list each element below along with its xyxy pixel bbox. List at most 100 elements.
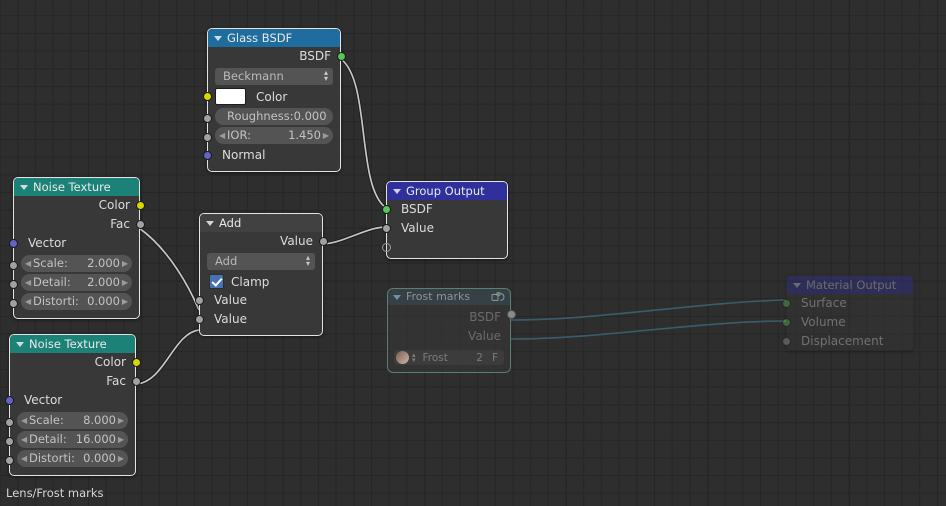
- group-unlink-button[interactable]: F: [492, 352, 504, 364]
- output-label-value: Value: [468, 329, 501, 343]
- node-noise-texture-bottom[interactable]: Noise Texture Color Fac Vector ◀ Scale: …: [4, 334, 141, 476]
- distortion-slider[interactable]: ◀ Distorti: 0.000 ▶: [21, 293, 132, 310]
- node-math-add[interactable]: Add Value Add ▴ ▾ Clamp Value Value: [194, 213, 328, 336]
- increment-arrow-icon[interactable]: ▶: [122, 255, 128, 272]
- collapse-triangle-icon[interactable]: [206, 221, 214, 226]
- increment-arrow-icon[interactable]: ▶: [323, 127, 329, 144]
- socket-input-scale[interactable]: [8, 261, 18, 270]
- input-row-ior: ◀ IOR: 1.450 ▶: [202, 127, 340, 144]
- input-label-displacement: Displacement: [801, 334, 884, 348]
- node-header-frost-marks[interactable]: Frost marks: [388, 289, 510, 305]
- socket-input-displacement[interactable]: [781, 337, 791, 346]
- input-row-normal: Normal: [202, 146, 340, 165]
- distortion-label: Distorti:: [33, 294, 79, 308]
- socket-output-color[interactable]: [131, 358, 141, 367]
- group-users-count[interactable]: 2: [470, 352, 489, 364]
- socket-input-volume[interactable]: [781, 318, 791, 327]
- distribution-dropdown[interactable]: Beckmann ▴ ▾: [215, 68, 333, 85]
- detail-label: Detail:: [29, 432, 67, 446]
- detail-slider[interactable]: ◀ Detail: 2.000 ▶: [21, 274, 132, 291]
- breadcrumb: Lens/Frost marks: [6, 486, 104, 500]
- node-header-noise-bottom[interactable]: Noise Texture: [10, 335, 135, 353]
- decrement-arrow-icon[interactable]: ◀: [25, 255, 31, 272]
- node-editor-canvas[interactable]: Glass BSDF BSDF Beckmann ▴ ▾ Color Rough…: [0, 0, 946, 506]
- group-datablock-selector[interactable]: ▴ ▾ Frost 2 F: [394, 350, 504, 365]
- decrement-arrow-icon[interactable]: ◀: [21, 450, 27, 467]
- socket-input-vector[interactable]: [8, 239, 18, 248]
- node-title: Add: [219, 216, 242, 230]
- socket-input-value-a[interactable]: [194, 296, 204, 305]
- input-row-value-a: Value: [194, 291, 322, 310]
- socket-input-normal[interactable]: [202, 151, 212, 160]
- node-header-group-output[interactable]: Group Output: [387, 182, 507, 200]
- node-group-output[interactable]: Group Output BSDF Value: [381, 181, 508, 259]
- collapse-triangle-icon[interactable]: [793, 283, 801, 288]
- node-material-output[interactable]: Material Output Surface Volume Displacem…: [781, 275, 914, 351]
- socket-input-detail[interactable]: [8, 280, 18, 289]
- socket-input-value-b[interactable]: [194, 315, 204, 324]
- scale-value: 8.000: [83, 413, 116, 427]
- increment-arrow-icon[interactable]: ▶: [118, 412, 124, 429]
- collapse-triangle-icon[interactable]: [393, 295, 401, 300]
- updown-arrows-icon: ▴ ▾: [305, 253, 310, 268]
- socket-output-fac[interactable]: [131, 377, 141, 386]
- socket-input-distortion[interactable]: [4, 456, 14, 465]
- node-header-glass-bsdf[interactable]: Glass BSDF: [208, 29, 340, 47]
- input-label-volume: Volume: [801, 315, 846, 329]
- node-header-math-add[interactable]: Add: [200, 214, 322, 232]
- increment-arrow-icon[interactable]: ▶: [118, 450, 124, 467]
- socket-input-surface[interactable]: [781, 299, 791, 308]
- clamp-row[interactable]: Clamp: [200, 272, 322, 291]
- increment-arrow-icon[interactable]: ▶: [122, 293, 128, 310]
- collapse-triangle-icon[interactable]: [214, 36, 222, 41]
- operation-dropdown[interactable]: Add ▴ ▾: [207, 253, 315, 270]
- updown-arrows-icon[interactable]: ▴ ▾: [412, 351, 416, 363]
- ior-slider[interactable]: ◀ IOR: 1.450 ▶: [215, 127, 333, 144]
- input-row-scale: ◀ Scale: 8.000 ▶: [4, 412, 135, 429]
- output-row-color: Color: [10, 353, 141, 372]
- collapse-triangle-icon[interactable]: [393, 189, 401, 194]
- socket-input-distortion[interactable]: [8, 299, 18, 308]
- node-noise-texture-top[interactable]: Noise Texture Color Fac Vector ◀ Scale: …: [8, 177, 145, 319]
- socket-output-fac[interactable]: [135, 220, 145, 229]
- node-header-material-output[interactable]: Material Output: [787, 276, 913, 294]
- socket-input-color[interactable]: [202, 92, 212, 101]
- socket-input-value[interactable]: [381, 224, 391, 233]
- decrement-arrow-icon[interactable]: ◀: [25, 274, 31, 291]
- detail-slider[interactable]: ◀ Detail: 16.000 ▶: [17, 431, 128, 448]
- increment-arrow-icon[interactable]: ▶: [118, 431, 124, 448]
- decrement-arrow-icon[interactable]: ◀: [21, 431, 27, 448]
- group-datablock-name: Frost: [422, 351, 448, 364]
- color-swatch[interactable]: [215, 88, 246, 105]
- socket-input-bsdf[interactable]: [381, 205, 391, 214]
- socket-input-vector[interactable]: [4, 396, 14, 405]
- decrement-arrow-icon[interactable]: ◀: [21, 412, 27, 429]
- input-row-vector: Vector: [4, 391, 135, 410]
- output-label-bsdf: BSDF: [299, 49, 331, 63]
- socket-output-color[interactable]: [135, 201, 145, 210]
- decrement-arrow-icon[interactable]: ◀: [25, 293, 31, 310]
- input-label-vector: Vector: [24, 393, 63, 407]
- socket-input-scale[interactable]: [4, 418, 14, 427]
- node-header-noise-top[interactable]: Noise Texture: [14, 178, 139, 196]
- node-group-frost-marks[interactable]: Frost marks BSDF Value ▴ ▾ Frost 2 F: [387, 288, 516, 373]
- socket-output-bsdf[interactable]: [336, 52, 346, 61]
- socket-input-detail[interactable]: [4, 437, 14, 446]
- roughness-slider[interactable]: Roughness: 0.000: [215, 108, 333, 125]
- collapse-triangle-icon[interactable]: [16, 342, 24, 347]
- scale-slider[interactable]: ◀ Scale: 2.000 ▶: [21, 255, 132, 272]
- scale-slider[interactable]: ◀ Scale: 8.000 ▶: [17, 412, 128, 429]
- distortion-value: 0.000: [87, 294, 120, 308]
- clamp-checkbox[interactable]: [209, 274, 224, 289]
- socket-input-ior[interactable]: [202, 133, 212, 142]
- decrement-arrow-icon[interactable]: ◀: [219, 127, 225, 144]
- socket-input-new[interactable]: [381, 243, 391, 252]
- distortion-slider[interactable]: ◀ Distorti: 0.000 ▶: [17, 450, 128, 467]
- collapse-triangle-icon[interactable]: [20, 185, 28, 190]
- node-glass-bsdf[interactable]: Glass BSDF BSDF Beckmann ▴ ▾ Color Rough…: [202, 28, 346, 172]
- socket-output-value[interactable]: [506, 310, 516, 319]
- socket-input-roughness[interactable]: [202, 114, 212, 123]
- input-row-distortion: ◀ Distorti: 0.000 ▶: [8, 293, 139, 310]
- socket-output-value[interactable]: [318, 237, 328, 246]
- increment-arrow-icon[interactable]: ▶: [122, 274, 128, 291]
